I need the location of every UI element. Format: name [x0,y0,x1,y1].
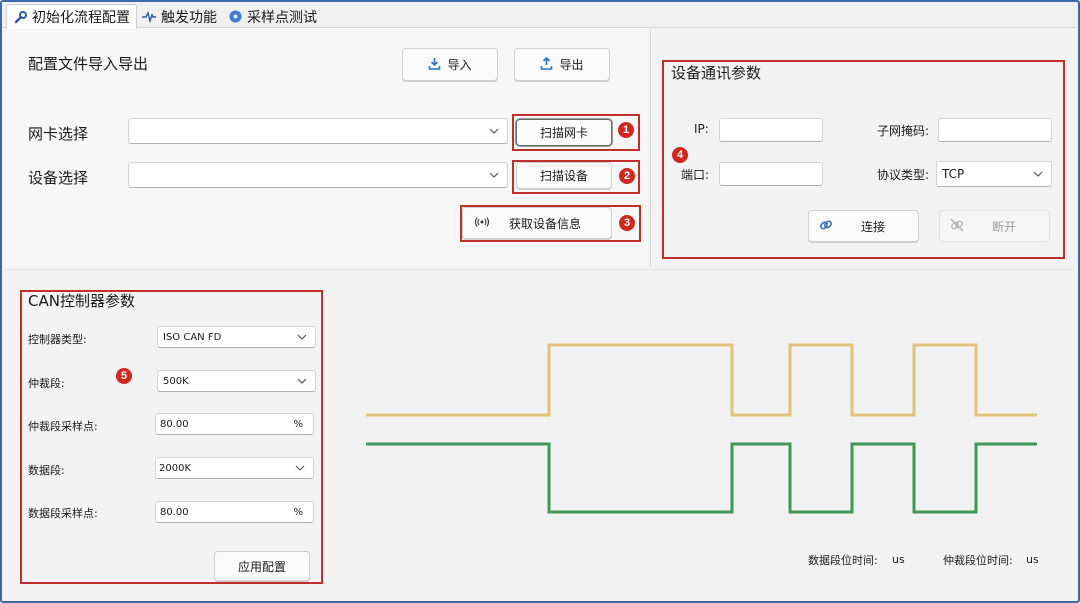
device-label: 设备选择 [28,169,89,187]
can-params-title: CAN控制器参数 [28,292,135,310]
tab-sample-test[interactable]: 采样点测试 [222,5,323,28]
port-label: 端口: [681,168,710,182]
disc-icon [228,10,242,24]
arbitration-label: 仲裁段: [28,377,65,390]
chevron-down-icon [1033,171,1043,177]
data-bit-time-label: 数据段位时间: [808,554,878,567]
disconnect-label: 断开 [992,219,1017,234]
chevron-down-icon [489,128,499,134]
waveform-icon [142,10,156,24]
waveform-svg [366,343,1037,514]
highlight-box-3 [460,205,641,242]
arbitration-select[interactable]: 500K [157,370,316,392]
controller-type-select[interactable]: ISO CAN FD [157,326,316,348]
apply-config-button[interactable]: 应用配置 [214,551,310,581]
tab-trigger[interactable]: 触发功能 [136,5,223,28]
config-file-title: 配置文件导入导出 [28,55,149,73]
subnet-mask-label: 子网掩码: [877,124,930,138]
arb-sample-point-label: 仲裁段采样点: [28,420,98,433]
arbitration-value: 500K [163,375,189,387]
link-icon [819,218,833,235]
step-badge-1: 1 [618,122,634,138]
unlink-icon [950,218,964,235]
connect-button[interactable]: 连接 [808,210,919,242]
arb-sample-point-value: 80.00 [160,418,189,430]
tab-bar: 初始化流程配置 触发功能 采样点测试 [2,2,1076,29]
data-phase-select[interactable]: 2000K [155,457,314,479]
import-icon [428,57,441,73]
subnet-mask-input[interactable] [938,118,1052,142]
controller-type-value: ISO CAN FD [163,331,222,343]
tab-init-config[interactable]: 初始化流程配置 [6,4,137,29]
protocol-select-value: TCP [942,167,965,181]
protocol-select[interactable]: TCP [936,161,1052,187]
step-badge-3: 3 [619,215,635,231]
arb-bit-time-unit: us [1026,553,1039,566]
arbitration-waveform [366,343,1037,417]
bit-timing-waveform [342,320,1060,550]
tab-sample-test-label: 采样点测试 [247,9,317,26]
wrench-icon [13,10,27,24]
chevron-down-icon [297,334,307,340]
ip-input[interactable] [719,118,823,142]
import-button[interactable]: 导入 [402,48,498,81]
disconnect-button[interactable]: 断开 [939,210,1050,242]
step-badge-4: 4 [672,147,688,163]
data-sample-point-input[interactable]: 80.00 % [155,501,314,523]
data-phase-value: 2000K [159,462,192,474]
nic-select[interactable] [128,118,508,144]
export-label: 导出 [559,58,584,72]
data-bit-time-unit: us [892,553,905,566]
protocol-label: 协议类型: [877,168,930,182]
data-sample-point-value: 80.00 [160,506,189,518]
tab-init-config-label: 初始化流程配置 [32,10,130,26]
percent-unit: % [293,506,303,518]
horizontal-divider [6,269,1074,270]
comm-params-title: 设备通讯参数 [671,64,762,82]
export-icon [540,56,553,73]
port-input[interactable] [719,162,823,186]
data-phase-label: 数据段: [28,464,65,477]
nic-label: 网卡选择 [28,125,89,143]
connect-label: 连接 [861,219,886,234]
device-select[interactable] [128,162,508,188]
controller-type-label: 控制器类型: [28,333,87,346]
export-button[interactable]: 导出 [514,48,610,81]
data-waveform [366,442,1037,514]
step-badge-2: 2 [619,168,635,184]
step-badge-5: 5 [116,368,132,384]
chevron-down-icon [489,172,499,178]
data-sample-point-label: 数据段采样点: [28,507,98,520]
arb-sample-point-input[interactable]: 80.00 % [155,413,314,435]
arb-bit-time-label: 仲裁段位时间: [943,554,1013,567]
chevron-down-icon [295,465,305,471]
apply-config-label: 应用配置 [237,559,286,574]
percent-unit: % [293,418,303,430]
tab-trigger-label: 触发功能 [161,9,217,26]
ip-label: IP: [694,122,709,136]
vertical-divider [650,30,651,266]
chevron-down-icon [297,378,307,384]
import-label: 导入 [447,58,472,72]
